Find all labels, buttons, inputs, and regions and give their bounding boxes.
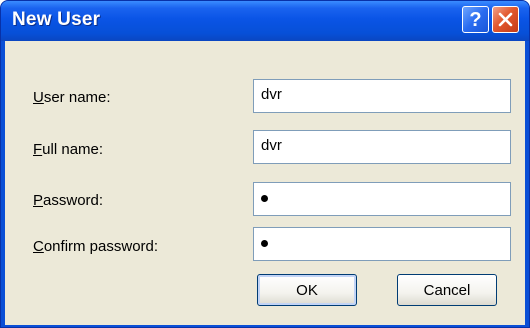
user-name-label: User name:	[33, 89, 111, 106]
question-mark-icon: ?	[469, 8, 482, 31]
user-name-label-text: ser name:	[43, 89, 111, 106]
dialog-body: User name: dvr Full name: dvr Password: …	[5, 41, 525, 325]
user-name-mnemonic: U	[33, 89, 44, 106]
password-mnemonic: P	[33, 192, 44, 209]
full-name-input[interactable]: dvr	[253, 130, 511, 164]
user-name-input[interactable]: dvr	[253, 79, 511, 113]
confirm-password-label: Confirm password:	[33, 238, 158, 255]
full-name-mnemonic: F	[33, 141, 43, 158]
full-name-label: Full name:	[33, 141, 103, 158]
title-bar[interactable]: New User ?	[1, 1, 529, 41]
confirm-password-mask-dot	[261, 240, 268, 247]
password-input[interactable]	[253, 182, 511, 216]
confirm-password-mnemonic: C	[33, 238, 44, 255]
close-button[interactable]	[492, 6, 519, 33]
cancel-button[interactable]: Cancel	[397, 274, 497, 306]
help-button[interactable]: ?	[462, 6, 489, 33]
close-x-icon	[498, 12, 513, 27]
confirm-password-label-text: onfirm password:	[43, 238, 159, 255]
ok-button-label: OK	[296, 281, 318, 299]
password-label-text: assword:	[43, 192, 104, 209]
new-user-dialog: New User ? User name: dvr Full name: dvr…	[0, 0, 530, 328]
dialog-title: New User	[12, 9, 101, 30]
user-name-value: dvr	[261, 86, 282, 103]
password-mask-dot	[261, 195, 268, 202]
password-label: Password:	[33, 192, 103, 209]
full-name-value: dvr	[261, 137, 282, 154]
full-name-label-text: ull name:	[42, 141, 104, 158]
ok-button[interactable]: OK	[257, 274, 357, 306]
confirm-password-input[interactable]	[253, 227, 511, 261]
cancel-button-label: Cancel	[423, 281, 471, 299]
